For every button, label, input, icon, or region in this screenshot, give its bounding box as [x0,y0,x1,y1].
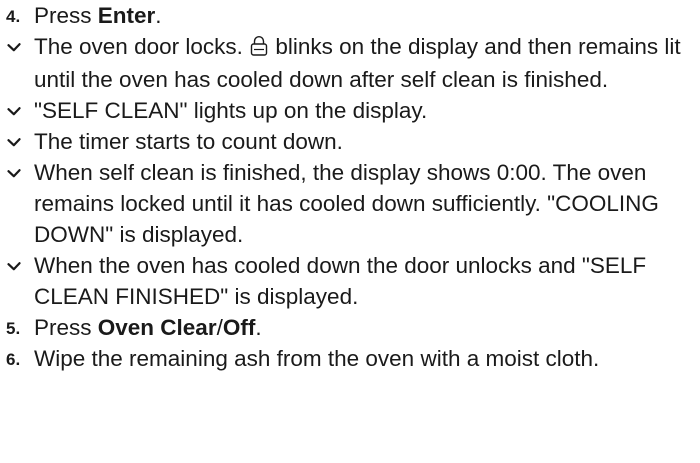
step-4: 4. Press Enter. [6,0,690,31]
result-text: The timer starts to count down. [34,129,343,154]
step-number: 6. [6,350,21,369]
step-bold-text: Enter [97,3,156,28]
checkmark-icon [6,95,30,126]
lock-icon [250,33,268,64]
checkmark-icon [6,157,30,188]
result-item: The oven door locks. blinks on the displ… [6,31,690,95]
result-item: When self clean is finished, the display… [6,157,690,250]
checkmark-icon [6,126,30,157]
result-item: The timer starts to count down. [6,126,690,157]
result-item: "SELF CLEAN" lights up on the display. [6,95,690,126]
step-6: 6. Wipe the remaining ash from the oven … [6,343,690,374]
instructions-page: 4. Press Enter. The oven door locks. bli… [0,0,700,463]
step-text: Press [34,3,98,28]
step-5: 5. Press Oven Clear/Off. [6,312,690,343]
step-text-end: . [155,3,162,28]
step-bold-text-2: Off [222,315,256,340]
step-number: 5. [6,319,21,338]
checkmark-icon [6,250,30,281]
result-item: When the oven has cooled down the door u… [6,250,690,312]
result-text: The oven door locks. [34,34,250,59]
step-text-end: . [255,315,262,340]
step-text: Wipe the remaining ash from the oven wit… [34,346,600,371]
result-text: "SELF CLEAN" lights up on the display. [34,98,428,123]
step-number: 4. [6,7,21,26]
step-bold-text: Oven Clear [97,315,217,340]
result-text: When self clean is finished, the display… [34,160,659,247]
result-text: When the oven has cooled down the door u… [34,253,647,309]
checkmark-icon [6,31,30,62]
step-text: Press [34,315,98,340]
